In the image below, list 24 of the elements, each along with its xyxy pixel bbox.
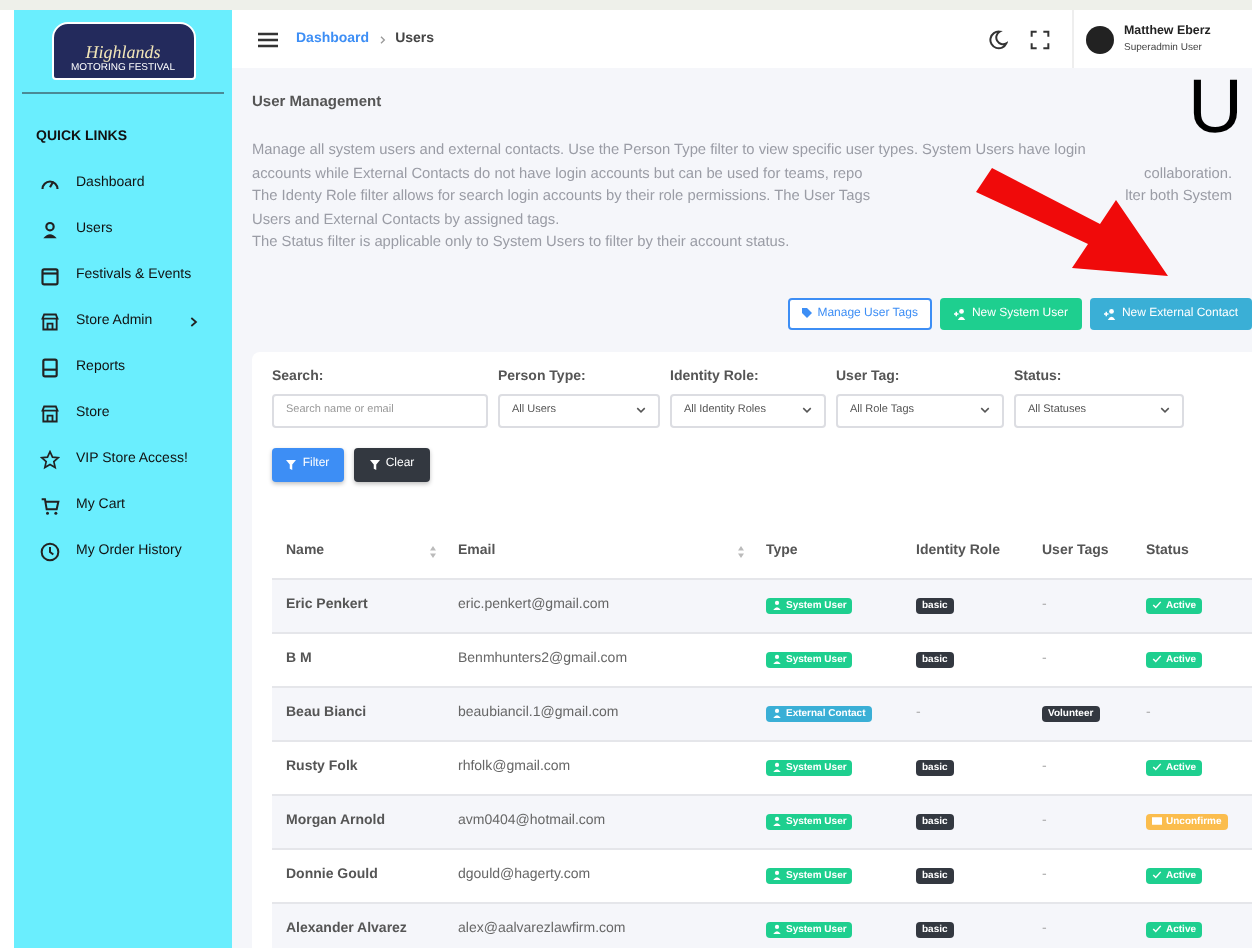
nav-icon: [40, 311, 60, 331]
annotation-letter: U: [1188, 68, 1243, 148]
nav-icon: [40, 219, 60, 239]
nav-icon: [40, 541, 60, 561]
chevron-down-icon: [980, 406, 990, 415]
user-plus-icon: [1103, 307, 1116, 320]
moon-icon[interactable]: [988, 29, 1008, 49]
nav-icon: [40, 403, 60, 423]
breadcrumb-chevron-icon: [379, 35, 386, 43]
chevron-down-icon: [1160, 406, 1170, 415]
avatar[interactable]: [1086, 25, 1114, 53]
user-plus-icon: [953, 307, 966, 320]
nav-icon: [40, 495, 60, 515]
menu-icon[interactable]: [258, 31, 278, 47]
chevron-down-icon: [636, 406, 646, 415]
chevron-down-icon: [802, 406, 812, 415]
filter-icon: [369, 459, 380, 470]
tag-icon: [801, 308, 812, 319]
fullscreen-icon[interactable]: [1030, 29, 1050, 49]
nav-icon: [40, 357, 60, 377]
nav-icon: [40, 449, 60, 469]
nav-icon: [40, 265, 60, 285]
chevron-right-icon: [190, 315, 199, 327]
filter-icon: [286, 459, 297, 470]
